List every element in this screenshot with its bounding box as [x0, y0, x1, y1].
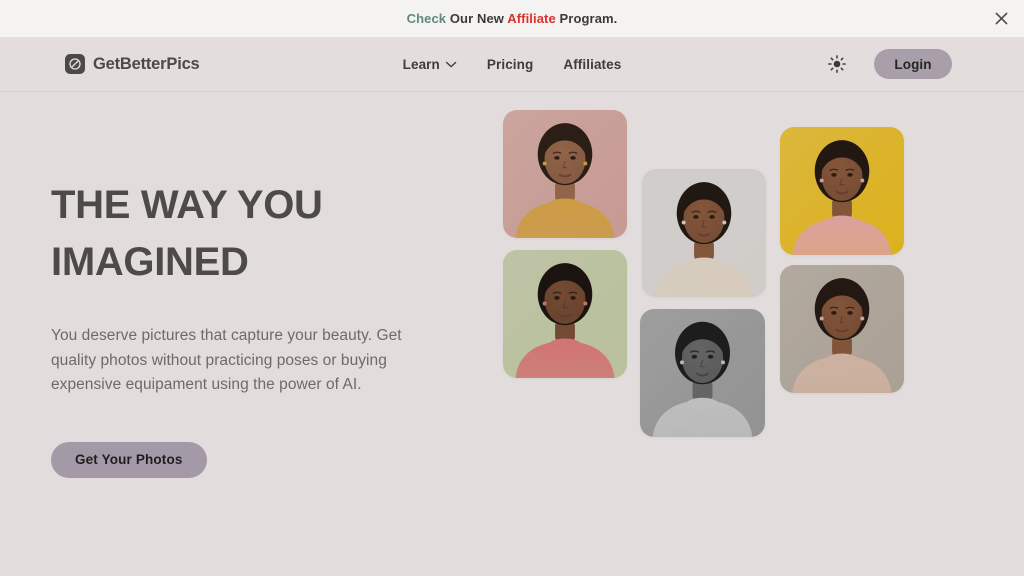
- nav-label-affiliates: Affiliates: [563, 56, 622, 72]
- portrait-image: [780, 265, 904, 393]
- header-actions: Login: [826, 49, 952, 79]
- site-header: GetBetterPics Learn Pricing Affiliates L…: [0, 37, 1024, 92]
- portrait-image: [503, 250, 627, 378]
- nav-label-learn: Learn: [402, 56, 440, 72]
- announcement-word-middle: Our New: [446, 11, 508, 26]
- brand-logo[interactable]: GetBetterPics: [65, 54, 200, 74]
- page-title: THE WAY YOU IMAGINED: [51, 183, 323, 284]
- login-button[interactable]: Login: [874, 49, 952, 79]
- nav-item-affiliates[interactable]: Affiliates: [563, 57, 621, 72]
- announcement-word-affiliate: Affiliate: [507, 11, 556, 26]
- portrait-image: [503, 110, 627, 238]
- collage-photo[interactable]: [640, 309, 765, 437]
- collage-photo[interactable]: [642, 169, 766, 297]
- hero-section: THE WAY YOU IMAGINED You deserve picture…: [0, 92, 1024, 576]
- portrait-image: [642, 169, 766, 297]
- collage-photo[interactable]: [503, 110, 627, 238]
- chevron-down-icon: [446, 61, 457, 67]
- hero-copy: THE WAY YOU IMAGINED You deserve picture…: [51, 177, 451, 478]
- nav-item-learn[interactable]: Learn: [403, 57, 457, 72]
- main-nav: Learn Pricing Affiliates: [403, 57, 622, 72]
- collage-photo[interactable]: [503, 250, 627, 378]
- announcement-text[interactable]: Check Our New Affiliate Program.: [407, 11, 618, 26]
- hero-subtitle: You deserve pictures that capture your b…: [51, 327, 402, 393]
- brand-name: GetBetterPics: [93, 54, 200, 73]
- nav-label-pricing: Pricing: [486, 56, 534, 72]
- close-icon[interactable]: [988, 6, 1014, 32]
- collage-photo[interactable]: [780, 265, 904, 393]
- portrait-image: [640, 309, 765, 437]
- sun-icon[interactable]: [826, 53, 848, 75]
- collage-photo[interactable]: [780, 127, 904, 255]
- portrait-image: [780, 127, 904, 255]
- announcement-banner: Check Our New Affiliate Program.: [0, 0, 1024, 37]
- get-your-photos-button[interactable]: Get Your Photos: [51, 441, 207, 478]
- logo-swirl-icon: [65, 54, 85, 74]
- page-root: Check Our New Affiliate Program. GetBett…: [0, 0, 1024, 576]
- announcement-word-check: Check: [406, 11, 447, 26]
- nav-item-pricing[interactable]: Pricing: [487, 57, 533, 72]
- photo-collage: [490, 102, 930, 462]
- announcement-word-end: Program.: [555, 11, 618, 26]
